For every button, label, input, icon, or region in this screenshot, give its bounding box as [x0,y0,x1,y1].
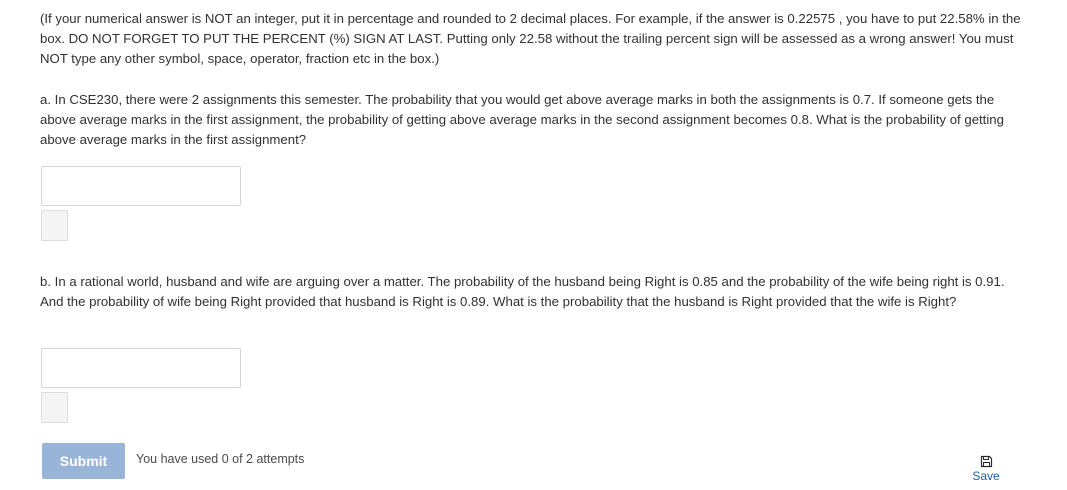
question-b-text: b. In a rational world, husband and wife… [40,274,1005,309]
answer-b-input[interactable] [41,348,241,388]
save-button[interactable]: Save [966,455,1006,483]
answer-b-status-indicator [41,392,68,423]
attempts-counter: You have used 0 of 2 attempts [136,452,305,466]
question-a-text: a. In CSE230, there were 2 assignments t… [40,92,1004,147]
problem-instructions: (If your numerical answer is NOT an inte… [40,11,1021,66]
submit-button[interactable]: Submit [42,443,125,479]
answer-a-input[interactable] [41,166,241,206]
save-label: Save [972,469,1000,483]
answer-a-status-indicator [41,210,68,241]
floppy-disk-icon [980,455,992,468]
